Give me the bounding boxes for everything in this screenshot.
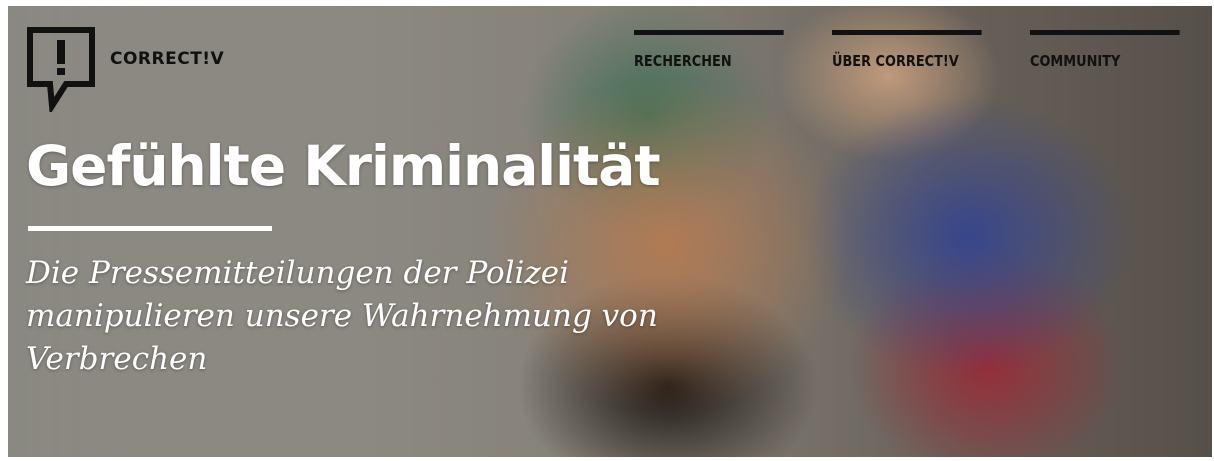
speech-bubble-exclamation-icon	[27, 27, 95, 112]
correctiv-logo[interactable]: CORRECT!V	[26, 26, 224, 112]
hero-section: CORRECT!V RECHERCHEN ÜBER CORRECT!V COMM…	[8, 6, 1212, 457]
nav-item-ueber-correctiv[interactable]: ÜBER CORRECT!V	[832, 30, 982, 70]
main-navigation: RECHERCHEN ÜBER CORRECT!V COMMUNITY	[634, 30, 1212, 70]
nav-item-recherchen[interactable]: RECHERCHEN	[634, 30, 784, 70]
title-divider	[28, 226, 272, 231]
page-title: Gefühlte Kriminalität	[26, 134, 661, 198]
logo-text: CORRECT!V	[110, 49, 225, 69]
page-subtitle: Die Pressemitteilungen der Polizei manip…	[26, 255, 658, 377]
nav-item-community[interactable]: COMMUNITY	[1030, 30, 1180, 70]
